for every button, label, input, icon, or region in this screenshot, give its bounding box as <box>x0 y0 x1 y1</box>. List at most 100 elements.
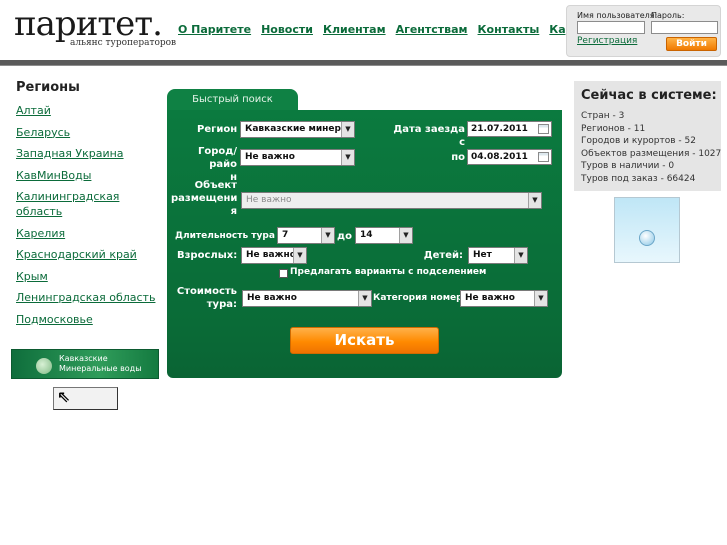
globe-banner[interactable] <box>614 197 680 263</box>
chevron-down-icon: ▼ <box>514 248 527 263</box>
region-link-belarus[interactable]: Беларусь <box>16 126 70 139</box>
region-select[interactable]: Кавказские минерал ▼ <box>240 121 355 138</box>
quick-search-panel: Регион Кавказские минерал ▼ Дата заезда … <box>167 110 562 378</box>
password-label: Пароль: <box>651 11 685 20</box>
object-select[interactable]: Не важно ▼ <box>241 192 542 209</box>
nav-news[interactable]: Новости <box>261 23 313 36</box>
city-select[interactable]: Не важно ▼ <box>240 149 355 166</box>
list-item: Калининградская область <box>16 189 156 219</box>
cost-select-value: Не важно <box>247 293 297 303</box>
region-select-value: Кавказские минерал <box>245 124 354 134</box>
list-item: Подмосковье <box>16 312 156 327</box>
username-label: Имя пользователя: <box>577 11 658 20</box>
stats-title: Сейчас в системе: <box>581 88 717 103</box>
login-button[interactable]: Войти <box>666 37 717 51</box>
share-checkbox-label: Предлагать варианты с подселением <box>290 267 487 277</box>
regions-list: Алтай Беларусь Западная Украина КавМинВо… <box>16 103 156 333</box>
username-input[interactable] <box>577 21 645 34</box>
list-item: Ленинградская область <box>16 290 156 305</box>
arrow-up-left-icon: ⇖ <box>57 387 71 406</box>
chevron-down-icon: ▼ <box>341 150 354 165</box>
arrival-date-input[interactable]: 21.07.2011 <box>467 121 552 137</box>
password-input[interactable] <box>651 21 718 34</box>
region-label: Регион <box>197 124 238 135</box>
nav-clients[interactable]: Клиентам <box>323 23 386 36</box>
duration-from-select[interactable]: 7 ▼ <box>277 227 335 244</box>
region-link-altai[interactable]: Алтай <box>16 104 51 117</box>
nav-about[interactable]: О Паритете <box>178 23 251 36</box>
till-date-label: по <box>451 152 465 163</box>
calendar-icon[interactable] <box>538 152 549 162</box>
duration-label: Длительность тура от <box>175 231 290 241</box>
chevron-down-icon: ▼ <box>399 228 412 243</box>
list-item: Карелия <box>16 226 156 241</box>
login-box: Имя пользователя: Пароль: Регистрация Во… <box>566 5 721 57</box>
duration-to-select[interactable]: 14 ▼ <box>355 227 413 244</box>
city-select-value: Не важно <box>245 152 295 162</box>
site-header: паритет. альянс туроператоров О Паритете… <box>0 0 727 60</box>
list-item: Крым <box>16 269 156 284</box>
room-category-select[interactable]: Не важно ▼ <box>460 290 548 307</box>
till-date-value: 04.08.2011 <box>471 152 528 162</box>
logo-main-text: паритет. <box>14 4 163 44</box>
stat-cities: Городов и курортов - 52 <box>581 136 696 146</box>
globe-icon <box>639 230 655 246</box>
header-divider <box>0 60 727 66</box>
nav-arrow-button[interactable]: ⇖ <box>53 387 118 410</box>
room-category-value: Не важно <box>465 293 515 303</box>
search-button[interactable]: Искать <box>290 327 439 354</box>
top-navigation: О Паритете Новости Клиентам Агентствам К… <box>178 23 627 36</box>
adults-select-value: Не важно <box>246 250 296 260</box>
logo-sub-text: альянс туроператоров <box>70 38 177 48</box>
adults-label: Взрослых: <box>177 250 238 261</box>
stat-countries: Стран - 3 <box>581 111 625 121</box>
tab-quick-search[interactable]: Быстрый поиск <box>167 89 298 111</box>
adults-select[interactable]: Не важно ▼ <box>241 247 307 264</box>
stat-regions: Регионов - 11 <box>581 123 646 134</box>
chevron-down-icon: ▼ <box>321 228 334 243</box>
children-select-value: Нет <box>473 250 492 260</box>
cost-label: Стоимость тура: <box>176 286 237 310</box>
banner-text: Кавказские Минеральные воды <box>59 354 142 373</box>
list-item: Алтай <box>16 103 156 118</box>
region-link-moscow-region[interactable]: Подмосковье <box>16 313 93 326</box>
duration-to-value: 14 <box>360 230 373 240</box>
kmv-banner[interactable]: Кавказские Минеральные воды <box>11 349 159 379</box>
till-date-input[interactable]: 04.08.2011 <box>467 149 552 165</box>
duration-to-label: до <box>337 231 352 242</box>
chevron-down-icon: ▼ <box>528 193 541 208</box>
chevron-down-icon: ▼ <box>358 291 371 306</box>
list-item: Краснодарский край <box>16 247 156 262</box>
nav-agencies[interactable]: Агентствам <box>396 23 468 36</box>
arrival-date-label: Дата заезда с <box>393 124 465 148</box>
stat-objects: Объектов размещения - 1027 <box>581 148 722 159</box>
chevron-down-icon: ▼ <box>534 291 547 306</box>
room-category-label: Категория номера: <box>373 293 473 303</box>
regions-title: Регионы <box>16 80 80 95</box>
share-checkbox[interactable] <box>279 269 288 278</box>
stat-tours-on-order: Туров под заказ - 66424 <box>581 173 696 184</box>
region-link-karelia[interactable]: Карелия <box>16 227 65 240</box>
paritet-logo[interactable]: паритет. альянс туроператоров <box>14 4 176 50</box>
stats-list: Стран - 3 Регионов - 11 Городов и курорт… <box>581 110 721 185</box>
region-link-kaliningrad[interactable]: Калининградская область <box>16 190 119 218</box>
region-link-krasnodar[interactable]: Краснодарский край <box>16 248 137 261</box>
nav-contacts[interactable]: Контакты <box>478 23 540 36</box>
chevron-down-icon: ▼ <box>293 248 306 263</box>
children-select[interactable]: Нет ▼ <box>468 247 528 264</box>
list-item: Западная Украина <box>16 146 156 161</box>
system-stats-box: Сейчас в системе: Стран - 3 Регионов - 1… <box>574 81 721 191</box>
chevron-down-icon: ▼ <box>341 122 354 137</box>
region-link-crimea[interactable]: Крым <box>16 270 48 283</box>
arrival-date-value: 21.07.2011 <box>471 124 528 134</box>
cost-select[interactable]: Не важно ▼ <box>242 290 372 307</box>
calendar-icon[interactable] <box>538 124 549 134</box>
region-link-west-ukraine[interactable]: Западная Украина <box>16 147 124 160</box>
list-item: КавМинВоды <box>16 168 156 183</box>
duration-from-value: 7 <box>282 230 289 240</box>
object-label: Объект размещени я <box>171 180 238 217</box>
region-link-leningrad[interactable]: Ленинградская область <box>16 291 155 304</box>
children-label: Детей: <box>423 250 463 261</box>
register-link[interactable]: Регистрация <box>577 36 637 46</box>
region-link-kavminvody[interactable]: КавМинВоды <box>16 169 91 182</box>
